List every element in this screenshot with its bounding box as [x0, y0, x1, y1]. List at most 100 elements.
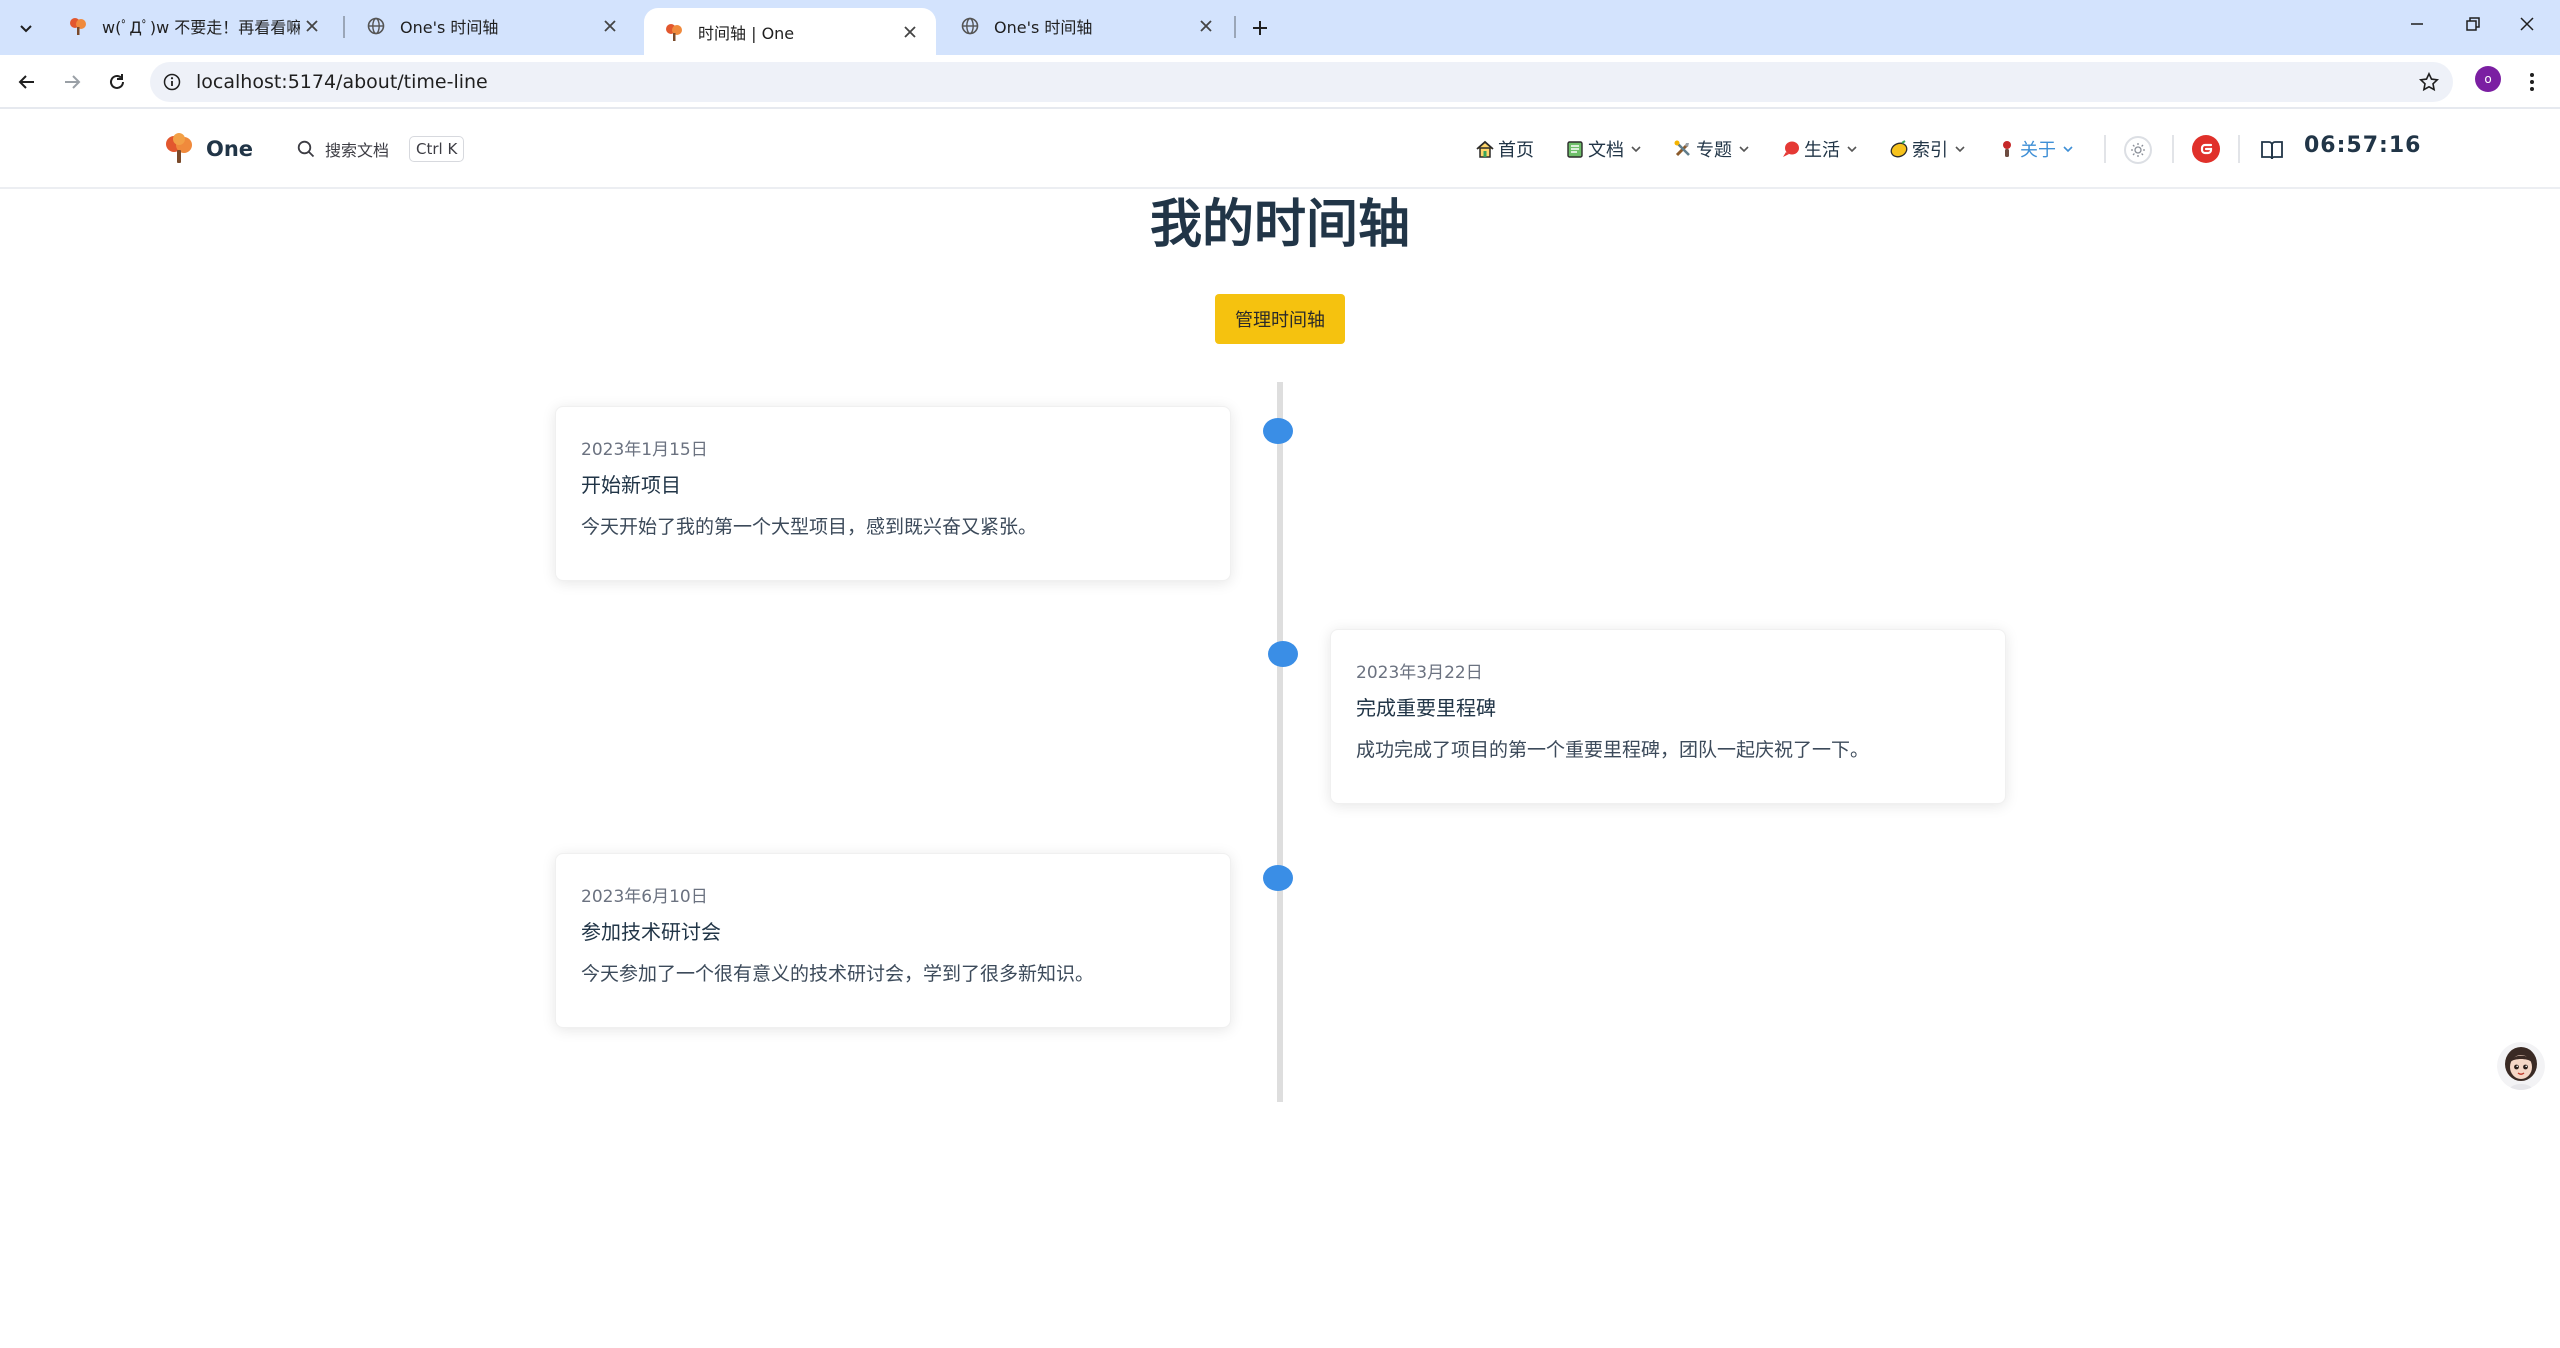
timeline-desc: 今天开始了我的第一个大型项目，感到既兴奋又紧张。: [581, 516, 1038, 538]
tree-logo-icon: [166, 133, 192, 163]
page-title: 我的时间轴: [1149, 195, 1410, 255]
minimize-icon: [2411, 23, 2423, 25]
browser-menu-button[interactable]: [2516, 66, 2548, 98]
browser-tab-3-active[interactable]: 时间轴 | One: [644, 8, 936, 55]
chevron-down-icon: [1738, 143, 1750, 155]
restore-icon: [2466, 17, 2480, 31]
tab-title: 时间轴 | One: [698, 23, 795, 43]
nav-item-life[interactable]: 生活: [1780, 136, 1858, 162]
tab-title: One's 时间轴: [994, 18, 1093, 37]
timeline-card: 2023年6月10日 参加技术研讨会 今天参加了一个很有意义的技术研讨会，学到了…: [555, 853, 1231, 1028]
red-bubble-icon: [1780, 138, 1802, 160]
arrow-right-icon: [65, 75, 81, 89]
reload-icon: [110, 74, 124, 89]
timeline-desc: 今天参加了一个很有意义的技术研讨会，学到了很多新知识。: [581, 963, 1095, 985]
tab-separator: [343, 16, 345, 38]
chevron-down-icon: [1630, 143, 1642, 155]
tools-icon: [1672, 138, 1694, 160]
open-book-icon[interactable]: [2258, 136, 2286, 164]
timeline-card: 2023年3月22日 完成重要里程碑 成功完成了项目的第一个重要里程碑，团队一起…: [1330, 629, 2006, 804]
close-icon[interactable]: [300, 14, 324, 38]
timeline-title: 参加技术研讨会: [581, 920, 721, 944]
close-window-button[interactable]: [2506, 8, 2548, 40]
minimize-button[interactable]: [2396, 8, 2438, 40]
nav-item-label: 索引: [1912, 140, 1948, 161]
new-tab-button[interactable]: [1244, 12, 1275, 43]
doc-search-button[interactable]: 搜索文档 Ctrl K: [297, 134, 465, 164]
nav-item-label: 专题: [1696, 140, 1732, 161]
timeline-dot: [1268, 641, 1298, 667]
timeline-title: 开始新项目: [581, 473, 681, 497]
tab-search-button[interactable]: [10, 12, 41, 43]
nav-item-label: 首页: [1498, 140, 1534, 161]
close-icon[interactable]: [898, 20, 922, 44]
nav-item-home[interactable]: 首页: [1474, 136, 1534, 162]
manage-timeline-button[interactable]: 管理时间轴: [1215, 294, 1345, 344]
chevron-down-icon: [1954, 143, 1966, 155]
browser-tab-4[interactable]: One's 时间轴: [940, 0, 1232, 52]
address-bar[interactable]: localhost:5174/about/time-line: [150, 62, 2453, 102]
info-icon[interactable]: [160, 70, 184, 94]
sun-icon: [2131, 143, 2145, 157]
browser-tab-strip: w(ﾟДﾟ)w 不要走！再看看嘛！ One's 时间轴 时间轴 | One On…: [0, 0, 2560, 55]
nav-divider: [2238, 135, 2240, 163]
nav-item-label: 文档: [1588, 140, 1624, 161]
timeline-desc: 成功完成了项目的第一个重要里程碑，团队一起庆祝了一下。: [1356, 739, 1870, 761]
browser-tab-1[interactable]: w(ﾟДﾟ)w 不要走！再看看嘛！: [48, 0, 338, 52]
tab-separator: [1234, 16, 1236, 38]
restore-button[interactable]: [2452, 8, 2494, 40]
chevron-down-icon: [1846, 143, 1858, 155]
site-navbar: One 搜索文档 Ctrl K 首页 文档 专题 生活 索引 关于 06:57:…: [0, 109, 2560, 189]
appearance-toggle[interactable]: [2124, 136, 2152, 164]
timeline-title: 完成重要里程碑: [1356, 696, 1496, 720]
nav-item-label: 生活: [1804, 140, 1840, 161]
browser-tab-2[interactable]: One's 时间轴: [346, 0, 636, 52]
clock: 06:57:16: [2304, 133, 2422, 158]
back-button[interactable]: [11, 66, 43, 98]
close-icon[interactable]: [1194, 14, 1218, 38]
nav-item-docs[interactable]: 文档: [1564, 136, 1642, 162]
timeline-card: 2023年1月15日 开始新项目 今天开始了我的第一个大型项目，感到既兴奋又紧张…: [555, 406, 1231, 581]
search-label: 搜索文档: [325, 141, 390, 160]
close-icon: [2520, 17, 2534, 31]
profile-avatar[interactable]: o: [2475, 66, 2501, 92]
globe-icon: [960, 16, 980, 36]
timeline-axis: [1277, 382, 1283, 1102]
site-brand[interactable]: One: [164, 133, 253, 165]
address-url[interactable]: localhost:5174/about/time-line: [196, 71, 488, 93]
tree-logo-icon: [664, 22, 684, 42]
nav-divider: [2172, 135, 2174, 163]
nav-item-about[interactable]: 关于: [1996, 136, 2074, 162]
forward-button[interactable]: [56, 66, 88, 98]
chevron-down-icon: [2062, 143, 2074, 155]
arrow-left-icon: [18, 75, 34, 89]
floating-avatar[interactable]: [2497, 1042, 2545, 1090]
timeline-date: 2023年6月10日: [581, 887, 708, 907]
close-icon[interactable]: [598, 14, 622, 38]
nav-divider: [2104, 135, 2106, 163]
tree-logo-icon: [68, 16, 88, 36]
lemon-icon: [1888, 138, 1910, 160]
tab-title: w(ﾟДﾟ)w 不要走！再看看嘛！: [102, 18, 300, 37]
reload-button[interactable]: [101, 66, 133, 98]
plus-icon: [1252, 20, 1267, 35]
search-icon: [297, 140, 315, 158]
chevron-down-icon: [19, 24, 32, 32]
timeline-date: 2023年3月22日: [1356, 663, 1483, 683]
timeline-dot: [1263, 865, 1293, 891]
search-shortcut: Ctrl K: [409, 136, 465, 162]
nav-item-index[interactable]: 索引: [1888, 136, 1966, 162]
nav-item-topics[interactable]: 专题: [1672, 136, 1750, 162]
house-icon: [1474, 138, 1496, 160]
figure-icon: [1996, 138, 2018, 160]
notebook-icon: [1564, 138, 1586, 160]
timeline-date: 2023年1月15日: [581, 440, 708, 460]
profile-initial: o: [2484, 72, 2492, 86]
browser-toolbar: localhost:5174/about/time-line o: [0, 55, 2560, 109]
brand-name: One: [206, 137, 254, 161]
tab-title: One's 时间轴: [400, 18, 499, 37]
nav-menu: 首页 文档 专题 生活 索引 关于: [1474, 133, 2104, 165]
star-icon[interactable]: [2417, 70, 2441, 94]
gitee-icon[interactable]: [2192, 135, 2220, 163]
nav-item-label: 关于: [2020, 140, 2056, 161]
